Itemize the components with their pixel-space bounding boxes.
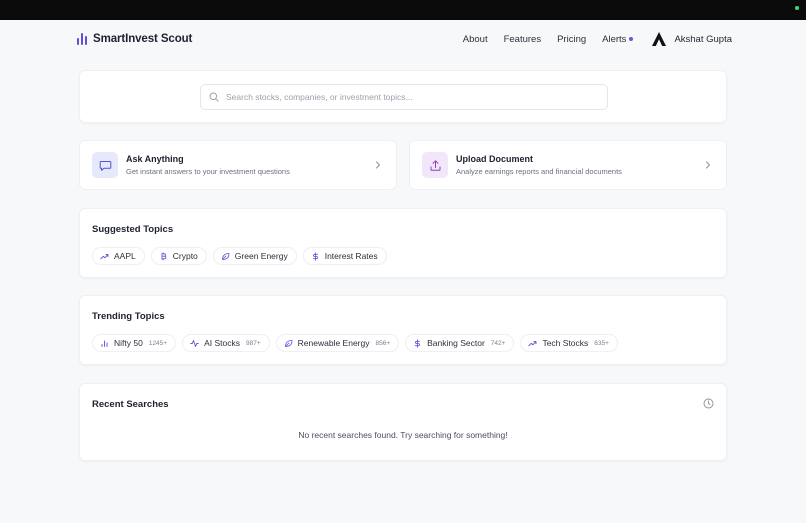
chevron-right-icon [706, 161, 710, 169]
recent-searches-title: Recent Searches [92, 399, 169, 410]
bar-chart-icon [101, 340, 108, 347]
activity-icon [190, 339, 199, 347]
chat-icon [99, 160, 111, 171]
search-box[interactable] [200, 84, 608, 110]
clock-icon[interactable] [703, 398, 714, 409]
trending-chip-count: 635+ [594, 339, 609, 347]
nav-pricing-link[interactable]: Pricing [557, 34, 586, 45]
trending-chip-label: Banking Sector [427, 338, 485, 348]
system-top-bar [0, 0, 806, 20]
topic-chip-crypto[interactable]: Crypto [150, 247, 207, 265]
ask-anything-title: Ask Anything [126, 154, 184, 164]
nav-about-link[interactable]: About [463, 34, 488, 45]
topic-chip-label: Crypto [172, 251, 198, 261]
topic-chip-label: AAPL [114, 251, 136, 261]
trending-up-icon [100, 253, 109, 259]
trending-topics-card: Trending Topics Nifty 50 1245+ AI Stocks… [79, 295, 727, 365]
alerts-label: Alerts [602, 33, 627, 45]
recent-searches-card: Recent Searches No recent searches found… [79, 383, 727, 461]
chat-icon-box [92, 152, 118, 178]
topic-chip-label: Green Energy [234, 251, 288, 261]
trending-chip-count: 987+ [246, 339, 261, 347]
user-menu[interactable]: Akshat Gupta [651, 31, 732, 47]
trending-topics-list: Nifty 50 1245+ AI Stocks 987+ Renewable … [92, 334, 618, 352]
trending-chip-nifty-50[interactable]: Nifty 50 1245+ [92, 334, 177, 352]
a-logo-icon [652, 32, 667, 46]
trending-topics-title: Trending Topics [92, 311, 165, 322]
trending-chip-label: Nifty 50 [114, 338, 143, 348]
nav-features-link[interactable]: Features [504, 34, 542, 45]
upload-icon [430, 159, 440, 171]
bitcoin-icon [161, 251, 166, 260]
nav-alerts-link[interactable]: Alerts [602, 33, 634, 45]
topic-chip-interest-rates[interactable]: Interest Rates [302, 247, 387, 265]
trending-chip-ai-stocks[interactable]: AI Stocks 987+ [182, 334, 270, 352]
trending-chip-banking-sector[interactable]: Banking Sector 742+ [405, 334, 515, 352]
suggested-topics-list: AAPL Crypto Green Energy Interest Rates [92, 247, 387, 265]
upload-icon-box [422, 152, 448, 178]
trending-chip-count: 742+ [490, 339, 506, 347]
search-input[interactable] [226, 92, 586, 102]
topic-chip-label: Interest Rates [324, 251, 378, 261]
dollar-icon [312, 251, 318, 261]
upload-document-card[interactable]: Upload Document Analyze earnings reports… [409, 140, 727, 190]
alert-indicator-dot [629, 37, 634, 41]
trending-chip-label: AI Stocks [204, 338, 240, 348]
user-name: Akshat Gupta [674, 33, 732, 45]
topic-chip-aapl[interactable]: AAPL [92, 247, 145, 265]
search-icon [209, 92, 219, 102]
chevron-right-icon [376, 161, 380, 169]
trending-chip-tech-stocks[interactable]: Tech Stocks 635+ [520, 334, 618, 352]
dollar-icon [415, 338, 421, 348]
nav-links: About Features Pricing Alerts Akshat Gup… [463, 31, 732, 47]
suggested-topics-card: Suggested Topics AAPL Crypto Green Energ… [79, 208, 727, 278]
recent-searches-empty-message: No recent searches found. Try searching … [298, 430, 508, 440]
trending-up-icon [528, 340, 537, 346]
brand-name: SmartInvest Scout [93, 33, 193, 45]
bar-chart-icon [77, 33, 87, 45]
search-card [79, 70, 727, 123]
upload-document-description: Analyze earnings reports and financial d… [456, 167, 622, 176]
trending-chip-label: Tech Stocks [542, 338, 589, 348]
trending-chip-label: Renewable Energy [297, 338, 370, 348]
status-dot [795, 6, 799, 10]
suggested-topics-title: Suggested Topics [92, 224, 174, 235]
ask-anything-description: Get instant answers to your investment q… [126, 167, 290, 176]
brand[interactable]: SmartInvest Scout [77, 33, 192, 45]
ask-anything-card[interactable]: Ask Anything Get instant answers to your… [79, 140, 397, 190]
topic-chip-green-energy[interactable]: Green Energy [212, 247, 297, 265]
trending-chip-count: 1245+ [148, 339, 168, 347]
navbar: SmartInvest Scout About Features Pricing… [77, 20, 732, 58]
trending-chip-count: 856+ [375, 339, 391, 347]
upload-document-title: Upload Document [456, 154, 534, 164]
trending-chip-renewable-energy[interactable]: Renewable Energy 856+ [275, 334, 400, 352]
leaf-icon [221, 252, 230, 260]
leaf-icon [284, 339, 293, 347]
